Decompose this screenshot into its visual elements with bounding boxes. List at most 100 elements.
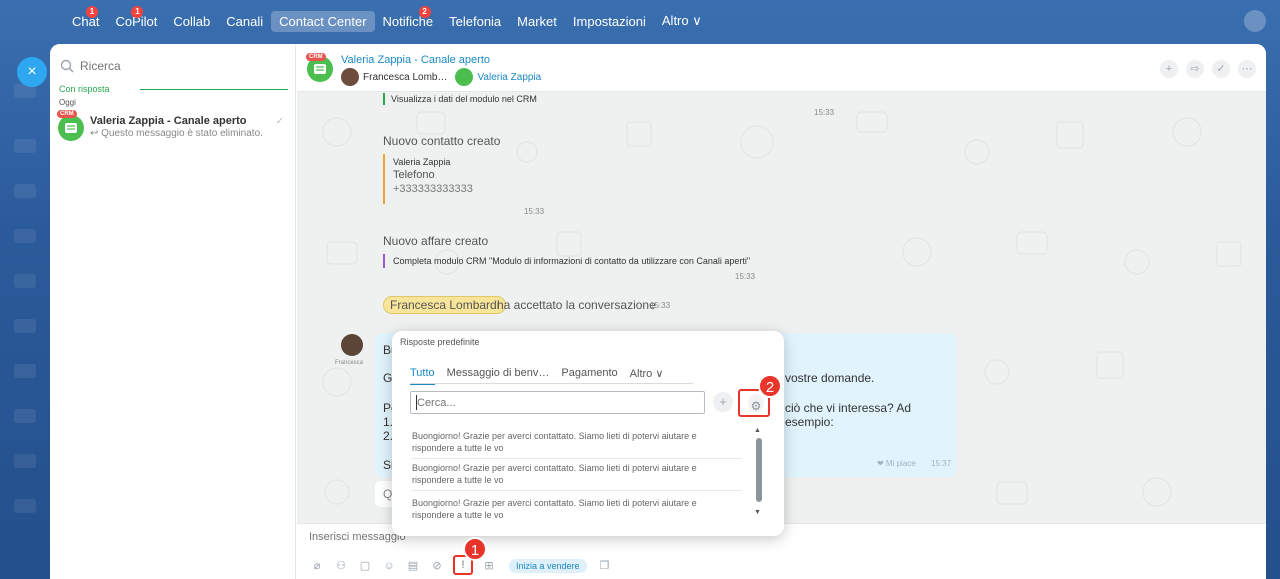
client-name[interactable]: Valeria Zappia	[477, 72, 541, 83]
callout-badge-2: 2	[758, 374, 782, 398]
form-icon[interactable]: ▢	[357, 558, 373, 574]
finish-icon[interactable]: ✓	[1212, 60, 1230, 78]
canned-response-item[interactable]: Buongiorno! Grazie per averci contattato…	[412, 430, 737, 454]
chat-header-title[interactable]: Valeria Zappia - Canale aperto	[341, 54, 490, 66]
section-divider	[140, 89, 288, 90]
chat-list-sidebar: Con risposta Oggi CRM Valeria Zappia - C…	[50, 44, 296, 579]
add-user-icon[interactable]: +	[1160, 60, 1178, 78]
chat-search[interactable]	[60, 54, 286, 78]
deal-created-title: Nuovo affare creato	[383, 234, 489, 248]
composer-toolbar: ⌀ ⚇ ▢ ☺ ▤ ⊘ ! ⊞ Inizia a vendere ❐	[309, 555, 621, 575]
nav-copilot[interactable]: CoPilot 1	[107, 5, 165, 32]
canned-responses-popup: Risposte predefinite Tutto Messaggio di …	[392, 331, 784, 536]
tabs-divider	[410, 383, 693, 384]
accepted-text: ha accettato la conversazione	[497, 298, 656, 312]
like-button[interactable]: ❤ Mi piace	[877, 459, 916, 468]
contact-icon[interactable]: ⚇	[333, 558, 349, 574]
bubble-line: vostre domande.	[785, 371, 875, 385]
chat-list-item[interactable]: CRM Valeria Zappia - Canale aperto ↩ Que…	[50, 110, 296, 144]
message-accent-bar	[383, 93, 385, 105]
start-selling-button[interactable]: Inizia a vendere	[509, 559, 587, 573]
nav-impostazioni[interactable]: Impostazioni	[565, 11, 654, 32]
nav-contact-center[interactable]: Contact Center	[271, 10, 375, 32]
message-time: 15:33	[524, 207, 545, 216]
canned-search-input[interactable]	[410, 391, 705, 414]
chat-participants: Francesca Lomb… Valeria Zappia	[341, 68, 541, 86]
text-caret	[416, 395, 417, 410]
gear-icon: ⚙	[748, 394, 764, 413]
popup-title: Risposte predefinite	[400, 337, 480, 347]
attach-icon[interactable]: ⌀	[309, 558, 325, 574]
nav-altro[interactable]: Altro ∨	[654, 10, 710, 32]
user-avatar[interactable]	[1244, 10, 1266, 32]
add-response-button[interactable]: +	[713, 392, 733, 412]
nav-collab[interactable]: Collab	[165, 11, 218, 32]
close-slider-button[interactable]: ×	[17, 57, 47, 87]
canned-response-item[interactable]: Buongiorno! Grazie per averci contattato…	[412, 497, 737, 521]
nav-market[interactable]: Market	[509, 11, 565, 32]
sender-avatar[interactable]	[341, 334, 363, 356]
menu-ghost-icon	[14, 364, 36, 378]
deal-link[interactable]: Completa modulo CRM "Modulo di informazi…	[393, 256, 750, 266]
calendar-icon[interactable]: ▤	[405, 558, 421, 574]
more-icon[interactable]: ⋯	[1238, 60, 1256, 78]
chat-item-title: Valeria Zappia - Canale aperto	[90, 115, 247, 127]
left-menu-strip	[0, 44, 50, 579]
main-nav: Chat 1 CoPilot 1 Collab Canali Contact Cen…	[64, 5, 710, 32]
nav-copilot-badge: 1	[131, 5, 144, 18]
search-icon	[60, 59, 74, 73]
menu-ghost-icon	[14, 139, 36, 153]
section-title-answered: Con risposta	[59, 84, 110, 94]
chat-header: CRM Valeria Zappia - Canale aperto Franc…	[297, 44, 1266, 92]
nav-chat[interactable]: Chat 1	[64, 5, 107, 32]
hide-icon[interactable]: ⊘	[429, 558, 445, 574]
chat-avatar: CRM	[57, 110, 84, 141]
menu-ghost-icon	[14, 274, 36, 288]
message-time: 15:33	[735, 272, 756, 281]
crm-tag: CRM	[306, 53, 326, 61]
menu-ghost-icon	[14, 409, 36, 423]
date-label: Oggi	[59, 98, 76, 107]
read-check-icon: ✓	[275, 116, 284, 127]
message-time: 15:33	[814, 108, 835, 117]
crm-add-icon[interactable]: ⊞	[481, 558, 497, 574]
operator-mention[interactable]: Francesca Lombardi	[383, 296, 507, 314]
nav-canali[interactable]: Canali	[218, 11, 271, 32]
crm-form-link[interactable]: Visualizza i dati del modulo nel CRM	[391, 94, 537, 104]
contact-created-title: Nuovo contatto creato	[383, 134, 501, 148]
contact-field-label: Telefono	[393, 169, 435, 181]
nav-telefonia[interactable]: Telefonia	[441, 11, 509, 32]
openline-chat-icon	[65, 123, 77, 133]
menu-ghost-icon	[14, 499, 36, 513]
callout-badge-1: 1	[463, 537, 487, 561]
nav-notifiche: Notifiche 2	[382, 5, 434, 29]
nav-notifiche-badge: 2	[418, 5, 431, 18]
menu-ghost-icon	[14, 319, 36, 333]
canned-response-item[interactable]: Buongiorno! Grazie per averci contattato…	[412, 462, 737, 486]
item-divider	[412, 458, 742, 459]
scroll-up-icon[interactable]: ▲	[754, 427, 761, 434]
copy-icon[interactable]: ❐	[597, 558, 613, 574]
message-accent-bar	[383, 254, 385, 268]
message-accent-bar	[383, 154, 385, 204]
operator-avatar	[341, 68, 359, 86]
chat-search-input[interactable]	[80, 59, 260, 73]
menu-ghost-icon	[14, 184, 36, 198]
chat-item-preview: ↩ Questo messaggio è stato eliminato.	[90, 128, 263, 139]
scroll-down-icon[interactable]: ▼	[754, 509, 761, 516]
chat-header-actions: + ⇨ ✓ ⋯	[1152, 60, 1256, 78]
top-navigation-bar: Chat 1 CoPilot 1 Collab Canali Contact Cen…	[0, 0, 1280, 44]
contact-name[interactable]: Valeria Zappia	[393, 157, 450, 167]
forward-icon[interactable]: ⇨	[1186, 60, 1204, 78]
contact-phone: +333333333333	[393, 183, 473, 195]
sender-name: Francesca	[335, 360, 364, 366]
bubble-line: ciò che vi interessa? Ad esempio:	[785, 401, 912, 429]
nav-chat-badge: 1	[86, 5, 98, 18]
menu-ghost-icon	[14, 229, 36, 243]
crm-tag: CRM	[57, 110, 77, 118]
bubble-line: G	[383, 371, 393, 385]
scrollbar-thumb[interactable]	[756, 438, 762, 502]
operator-name[interactable]: Francesca Lomb…	[363, 72, 447, 83]
menu-ghost-icon	[14, 454, 36, 468]
emoji-icon[interactable]: ☺	[381, 558, 397, 574]
